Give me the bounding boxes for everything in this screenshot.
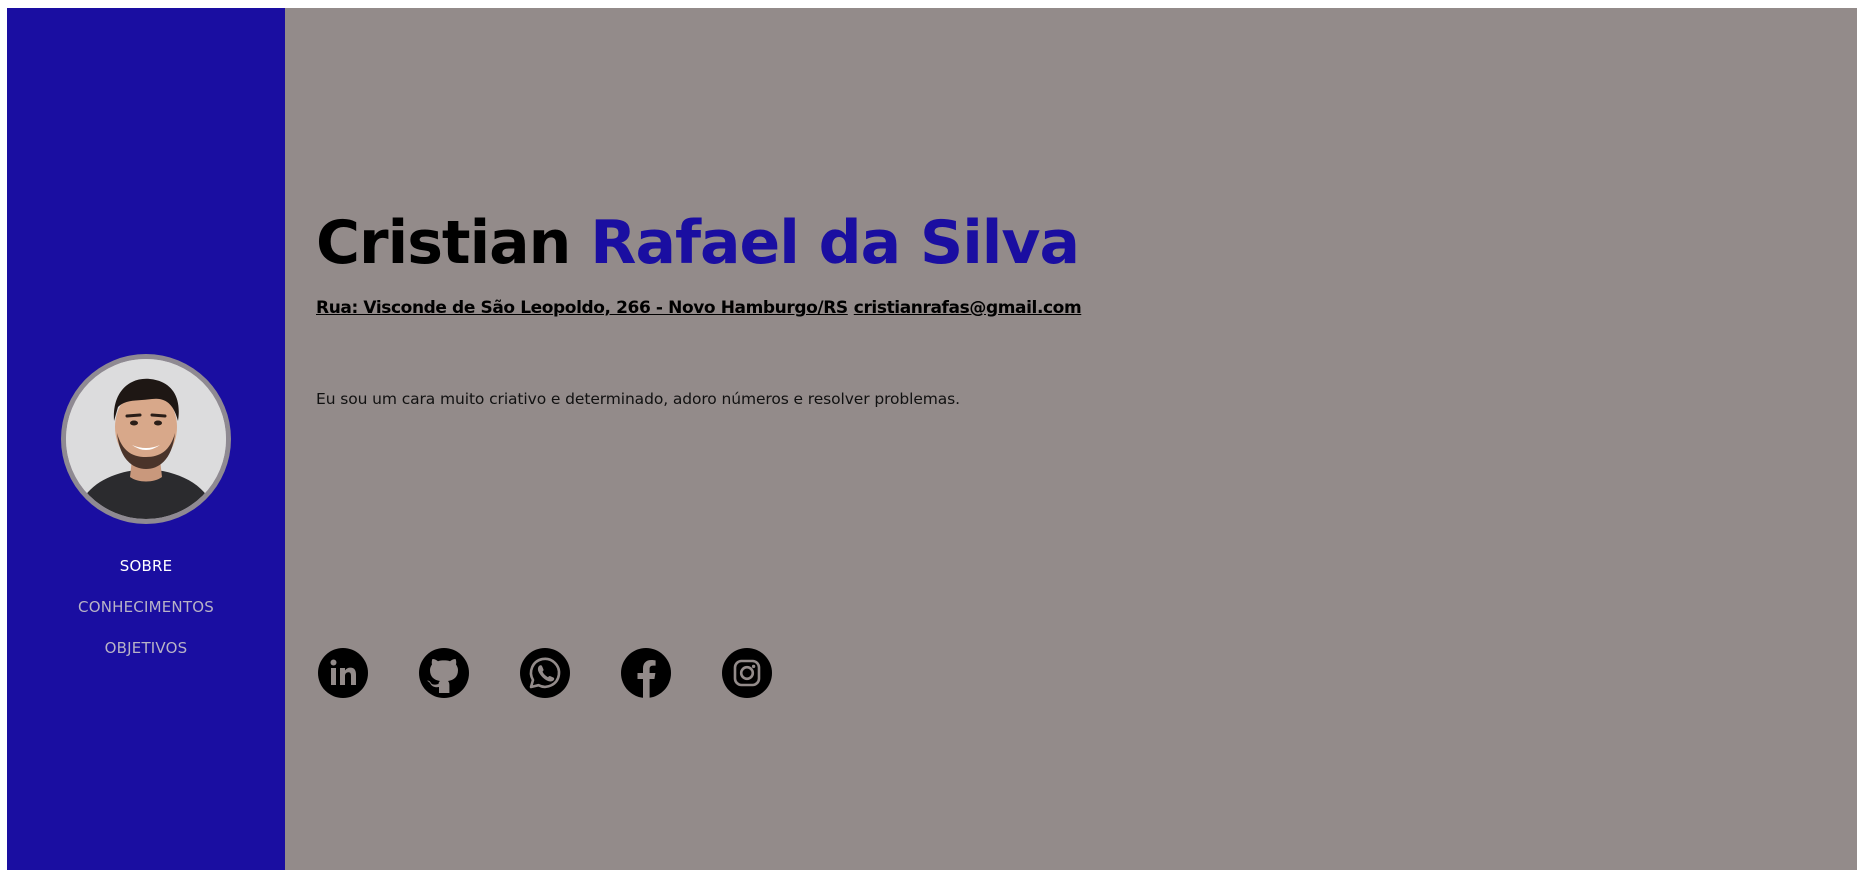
facebook-link[interactable] (621, 648, 671, 698)
page: SOBRE CONHECIMENTOS OBJETIVOS Cristian R… (7, 8, 1857, 870)
linkedin-link[interactable] (318, 648, 368, 698)
main-content: Cristian Rafael da Silva Rua: Visconde d… (285, 8, 1857, 870)
avatar (66, 359, 226, 519)
page-title: Cristian Rafael da Silva (316, 203, 1080, 283)
sidebar-nav: SOBRE CONHECIMENTOS OBJETIVOS (7, 556, 285, 679)
sidebar: SOBRE CONHECIMENTOS OBJETIVOS (7, 8, 285, 870)
nav-item-conhecimentos[interactable]: CONHECIMENTOS (78, 597, 214, 638)
nav-item-objetivos[interactable]: OBJETIVOS (105, 638, 188, 679)
last-name: Rafael da Silva (590, 208, 1080, 278)
whatsapp-link[interactable] (520, 648, 570, 698)
linkedin-icon (318, 648, 368, 698)
instagram-icon (722, 648, 772, 698)
whatsapp-icon (520, 648, 570, 698)
github-link[interactable] (419, 648, 469, 698)
facebook-icon (621, 648, 671, 698)
social-links (318, 648, 772, 698)
nav-item-sobre[interactable]: SOBRE (120, 556, 173, 597)
bio-text: Eu sou um cara muito criativo e determin… (316, 390, 960, 408)
instagram-link[interactable] (722, 648, 772, 698)
contact-info: Rua: Visconde de São Leopoldo, 266 - Nov… (316, 298, 1082, 318)
email-link[interactable]: cristianrafas@gmail.com (854, 298, 1082, 318)
first-name: Cristian (316, 208, 571, 278)
address-link[interactable]: Rua: Visconde de São Leopoldo, 266 - Nov… (316, 298, 848, 318)
github-icon (419, 648, 469, 698)
avatar-ring (61, 354, 231, 524)
profile-photo (66, 359, 226, 519)
